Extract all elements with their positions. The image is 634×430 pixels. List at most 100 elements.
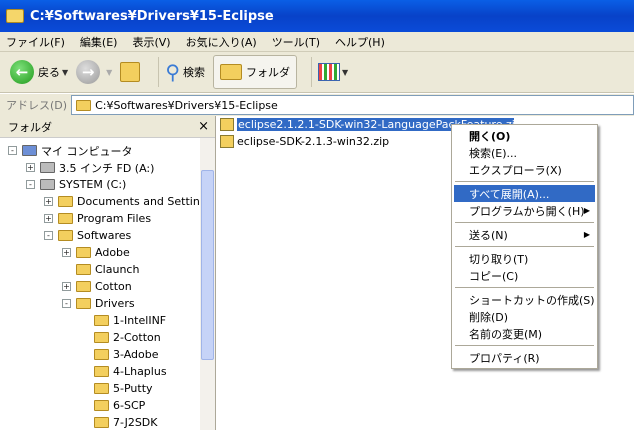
tree-item[interactable]: + Program Files: [44, 210, 151, 227]
close-pane-button[interactable]: ×: [198, 119, 209, 134]
tree-item-label: 2-Cotton: [113, 331, 161, 344]
vertical-scrollbar[interactable]: [200, 138, 215, 430]
folders-button[interactable]: フォルダ: [212, 55, 297, 89]
menu-separator: [455, 287, 594, 288]
tree-item[interactable]: 3-Adobe: [80, 346, 159, 363]
tree-item[interactable]: Claunch: [62, 261, 139, 278]
context-menu-item[interactable]: プロパティ(R): [454, 349, 595, 366]
menu-item[interactable]: ツール(T): [272, 34, 320, 50]
folder-icon: [94, 383, 109, 394]
up-folder-icon: [120, 62, 141, 82]
folder-icon: [76, 298, 91, 309]
tree-item-label: Drivers: [95, 297, 135, 310]
tree-item-label: 4-Lhaplus: [113, 365, 167, 378]
tree-item[interactable]: 4-Lhaplus: [80, 363, 167, 380]
expand-icon[interactable]: +: [62, 248, 71, 257]
tree-item[interactable]: + Cotton: [62, 278, 132, 295]
tree-item[interactable]: 6-SCP: [80, 397, 145, 414]
chevron-down-icon: ▼: [341, 67, 349, 77]
menu-item-label: 削除(D): [469, 310, 509, 324]
tree-item-label: 6-SCP: [113, 399, 146, 412]
window-title: C:¥Softwares¥Drivers¥15-Eclipse: [30, 8, 274, 24]
menu-item[interactable]: ヘルプ(H): [335, 34, 385, 50]
computer-icon: [22, 145, 37, 156]
collapse-icon[interactable]: -: [26, 180, 35, 189]
folder-icon: [76, 264, 91, 275]
tree-item[interactable]: + Adobe: [62, 244, 130, 261]
chevron-down-icon[interactable]: ▼: [106, 68, 112, 77]
chevron-down-icon[interactable]: ▼: [62, 68, 68, 77]
floppy-icon: [40, 162, 55, 173]
tree-item[interactable]: 1-IntelINF: [80, 312, 166, 329]
folder-icon: [94, 315, 109, 326]
forward-button[interactable]: → ▼: [76, 60, 112, 84]
views-button[interactable]: ▼: [317, 63, 349, 81]
address-label: アドレス(D): [6, 99, 68, 112]
tree-item[interactable]: - マイ コンピュータ: [8, 142, 133, 159]
back-button[interactable]: ← 戻る ▼: [10, 60, 68, 84]
forward-arrow-icon: →: [76, 60, 101, 84]
tree-item[interactable]: - SYSTEM (C:): [26, 176, 126, 193]
context-menu-item[interactable]: ショートカットの作成(S): [454, 291, 595, 308]
submenu-arrow-icon: ▶: [583, 230, 590, 239]
toolbar: ← 戻る ▼ → ▼ ⚲ 検索 フォルダ ▼: [0, 52, 634, 93]
menu-item-label: ショートカットの作成(S): [469, 293, 595, 307]
tree-item-label: 3.5 インチ FD (A:): [59, 161, 155, 175]
folders-label: フォルダ: [245, 66, 290, 79]
folder-icon: [58, 230, 73, 241]
tree-item-label: Cotton: [95, 280, 132, 293]
tree-item-label: Adobe: [95, 246, 130, 259]
context-menu-item[interactable]: 開く(O): [454, 127, 595, 144]
folder-icon: [58, 196, 73, 207]
tree-item[interactable]: +3.5 インチ FD (A:): [26, 159, 154, 176]
submenu-arrow-icon: ▶: [583, 206, 590, 215]
folder-icon: [219, 64, 242, 80]
drive-icon: [40, 179, 55, 190]
menu-item[interactable]: 表示(V): [132, 34, 170, 50]
tree-item[interactable]: + Documents and Settings: [44, 193, 200, 210]
tree-item[interactable]: - Drivers: [62, 295, 135, 312]
tree-item-label: Softwares: [77, 229, 132, 242]
tree-item[interactable]: 2-Cotton: [80, 329, 161, 346]
context-menu-item[interactable]: コピー(C): [454, 267, 595, 284]
collapse-icon[interactable]: -: [44, 231, 53, 240]
context-menu-item[interactable]: 切り取り(T): [454, 250, 595, 267]
context-menu-item[interactable]: プログラムから開く(H) ▶: [454, 202, 595, 219]
scrollbar-thumb[interactable]: [201, 170, 214, 360]
collapse-icon[interactable]: -: [8, 146, 17, 155]
tree-item[interactable]: 5-Putty: [80, 380, 153, 397]
folder-icon: [94, 332, 109, 343]
folder-icon: [94, 400, 109, 411]
folder-icon: [94, 366, 109, 377]
menu-item[interactable]: 編集(E): [80, 34, 118, 50]
collapse-icon[interactable]: -: [62, 299, 71, 308]
expand-icon[interactable]: +: [62, 282, 71, 291]
folder-icon: [76, 281, 91, 292]
folder-icon: [6, 9, 24, 23]
menu-separator: [455, 222, 594, 223]
tree-item[interactable]: - Softwares: [44, 227, 131, 244]
context-menu-item[interactable]: 名前の変更(M): [454, 325, 595, 342]
context-menu-item[interactable]: すべて展開(A)...: [454, 185, 595, 202]
menu-item-label: プロパティ(R): [469, 351, 540, 365]
context-menu-item[interactable]: 削除(D): [454, 308, 595, 325]
tree-item-label: Program Files: [77, 212, 152, 225]
search-button[interactable]: ⚲ 検索: [165, 60, 205, 84]
menu-item-label: 開く(O): [469, 129, 511, 143]
menu-item[interactable]: ファイル(F): [6, 34, 65, 50]
menu-item-label: 検索(E)...: [469, 146, 518, 160]
expand-icon[interactable]: +: [44, 197, 53, 206]
menu-item[interactable]: お気に入り(A): [186, 34, 257, 50]
up-folder-button[interactable]: [120, 62, 144, 82]
expand-icon[interactable]: +: [44, 214, 53, 223]
address-input[interactable]: C:¥Softwares¥Drivers¥15-Eclipse: [71, 95, 634, 115]
context-menu-item[interactable]: 送る(N) ▶: [454, 226, 595, 243]
tree-item[interactable]: 7-J2SDK: [80, 414, 158, 430]
pane-title: フォルダ: [8, 120, 52, 134]
context-menu-item[interactable]: 検索(E)...: [454, 144, 595, 161]
expand-icon[interactable]: +: [26, 163, 35, 172]
context-menu-item[interactable]: エクスプローラ(X): [454, 161, 595, 178]
file-item[interactable]: eclipse-SDK-2.1.3-win32.zip: [220, 133, 389, 149]
menu-bar: ファイル(F) 編集(E) 表示(V) お気に入り(A) ツール(T) ヘルプ(H): [0, 32, 634, 52]
tree-item-label: マイ コンピュータ: [41, 144, 133, 158]
